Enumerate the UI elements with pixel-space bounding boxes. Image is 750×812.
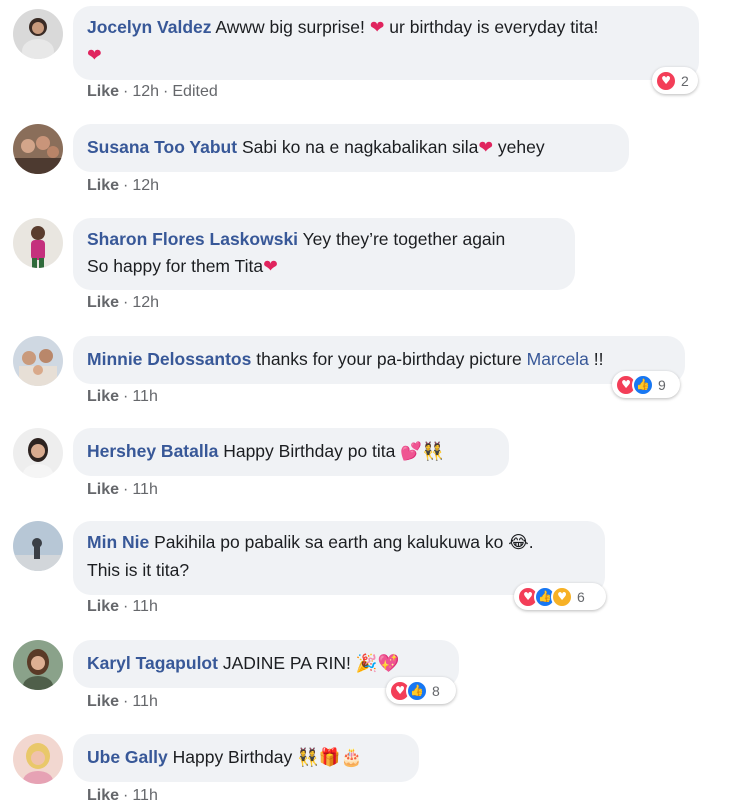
commenter-name[interactable]: Hershey Batalla [87, 441, 218, 461]
comment-bubble: Jocelyn Valdez Awww big surprise! ❤ ur b… [73, 6, 699, 80]
commenter-name[interactable]: Sharon Flores Laskowski [87, 229, 298, 249]
like-button[interactable]: Like [87, 598, 119, 615]
comment-time[interactable]: 11h [132, 481, 158, 498]
heart-emoji: ❤ [369, 18, 385, 38]
like-button[interactable]: Like [87, 177, 119, 194]
care-reaction-icon: ♥ [551, 585, 573, 608]
comment-time[interactable]: 12h [132, 177, 159, 194]
avatar[interactable] [13, 9, 63, 59]
comment-text: yehey [493, 137, 545, 157]
commenter-name[interactable]: Min Nie [87, 532, 149, 552]
comment-time[interactable]: 12h [132, 83, 159, 100]
reaction-count: 6 [577, 588, 585, 605]
comment-text: . [528, 532, 534, 552]
comment-actions: Like · 11h [87, 693, 158, 710]
comment-bubble: Minnie Delossantos thanks for your pa-bi… [73, 336, 685, 384]
reaction-summary[interactable]: ♥ 2 [652, 67, 698, 94]
comment-actions: Like · 12h · Edited [87, 83, 218, 100]
comment-text: Pakihila po pabalik sa earth ang kalukuw… [154, 532, 509, 552]
comment-time[interactable]: 11h [132, 787, 158, 804]
avatar[interactable] [13, 428, 63, 478]
comment-text: Yey they’re together again [302, 229, 506, 249]
like-button[interactable]: Like [87, 787, 119, 804]
avatar[interactable] [13, 640, 63, 690]
avatar[interactable] [13, 218, 63, 268]
like-button[interactable]: Like [87, 294, 119, 311]
emoji: 😂 [508, 533, 529, 553]
reaction-count: 8 [432, 682, 440, 699]
comment-bubble: Sharon Flores Laskowski Yey they’re toge… [73, 218, 575, 290]
love-reaction-icon: ♥ [655, 69, 677, 92]
comment-text: Happy Birthday [172, 747, 298, 767]
comment-actions: Like · 12h [87, 177, 160, 194]
avatar[interactable] [13, 124, 63, 174]
like-button[interactable]: Like [87, 693, 119, 710]
comment-time[interactable]: 11h [132, 388, 158, 405]
comment-text: ur birthday is everyday tita! [384, 17, 599, 37]
comment-time[interactable]: 11h [132, 693, 158, 710]
comment-text: This is it tita? [87, 560, 190, 580]
heart-emoji: ❤ [478, 138, 494, 158]
heart-emoji: ❤ [87, 46, 102, 66]
edited-label: Edited [172, 83, 218, 100]
avatar[interactable] [13, 336, 63, 386]
comment-actions: Like · 11h [87, 787, 158, 804]
like-reaction-icon: 👍 [632, 373, 654, 396]
comment-text: So happy for them Tita [87, 256, 264, 276]
emoji: 👯🎁🎂 [297, 748, 363, 768]
reaction-summary[interactable]: ♥ 👍 ♥ 6 [514, 583, 606, 610]
heart-emoji: ❤ [263, 257, 278, 277]
like-button[interactable]: Like [87, 83, 119, 100]
comment-text: Awww big surprise! [215, 17, 370, 37]
comment-actions: Like · 12h [87, 294, 160, 311]
commenter-name[interactable]: Jocelyn Valdez [87, 17, 212, 37]
commenter-name[interactable]: Susana Too Yabut [87, 137, 237, 157]
comment-text: thanks for your pa-birthday picture [256, 349, 527, 369]
comment-text: Happy Birthday po tita [223, 441, 401, 461]
reaction-count: 9 [658, 376, 666, 393]
comment-bubble: Ube Gally Happy Birthday 👯🎁🎂 [73, 734, 419, 782]
comment-time[interactable]: 11h [132, 598, 158, 615]
comment-bubble: Hershey Batalla Happy Birthday po tita 💕… [73, 428, 509, 476]
reaction-count: 2 [681, 72, 689, 89]
comment-bubble: Susana Too Yabut Sabi ko na e nagkabalik… [73, 124, 629, 172]
reaction-summary[interactable]: ♥ 👍 8 [386, 677, 456, 704]
like-reaction-icon: 👍 [406, 679, 428, 702]
comment-time[interactable]: 12h [132, 294, 159, 311]
comment-text: Sabi ko na e nagkabalikan sila [241, 137, 479, 157]
comment-actions: Like · 11h [87, 481, 158, 498]
like-button[interactable]: Like [87, 388, 119, 405]
commenter-name[interactable]: Ube Gally [87, 747, 168, 767]
comment-actions: Like · 11h [87, 388, 158, 405]
avatar[interactable] [13, 521, 63, 571]
tagged-user-link[interactable]: Marcela [527, 349, 589, 369]
avatar[interactable] [13, 734, 63, 784]
commenter-name[interactable]: Minnie Delossantos [87, 349, 251, 369]
comment-text: JADINE PA RIN! [222, 653, 356, 673]
commenter-name[interactable]: Karyl Tagapulot [87, 653, 218, 673]
emoji: 🎉💖 [355, 654, 400, 674]
comment-actions: Like · 11h [87, 598, 158, 615]
reaction-summary[interactable]: ♥ 👍 9 [612, 371, 680, 398]
like-button[interactable]: Like [87, 481, 119, 498]
comment-text: !! [588, 349, 604, 369]
emoji: 💕👯 [400, 442, 444, 462]
